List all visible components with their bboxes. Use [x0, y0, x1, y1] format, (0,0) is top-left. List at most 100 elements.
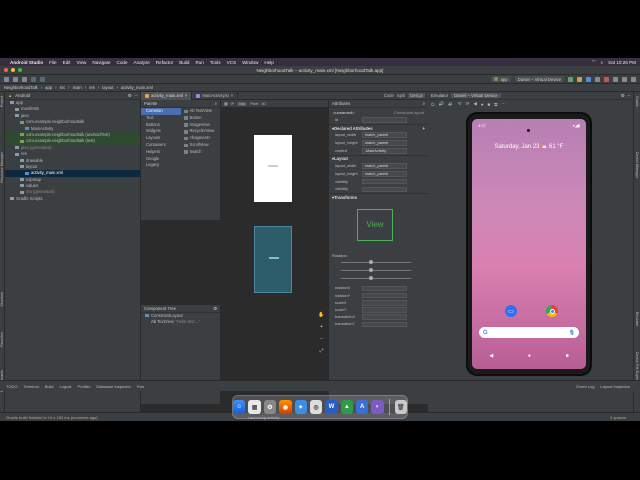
app-store-icon[interactable]: A	[356, 400, 369, 414]
event-log-tab[interactable]: Event Log	[576, 384, 594, 389]
transform-value-field[interactable]	[362, 292, 407, 299]
avd-manager-icon[interactable]	[613, 76, 618, 82]
layout-section[interactable]: ▾ Layout	[329, 154, 428, 163]
menu-file[interactable]: File	[49, 60, 56, 65]
more-icon[interactable]: ⋯	[501, 101, 506, 107]
blueprint-preview[interactable]	[254, 226, 292, 293]
transform-value-field[interactable]	[362, 285, 407, 292]
settings-gear-icon[interactable]: ⚙	[128, 93, 132, 99]
tab-activity-main[interactable]: activity_main.xml ×	[141, 91, 193, 100]
id-field[interactable]	[362, 117, 407, 123]
palette-widget[interactable]: Switch	[181, 149, 220, 156]
palette-category[interactable]: Legacy	[141, 162, 181, 169]
palette-category[interactable]: Helpers	[141, 149, 181, 156]
project-tool-tab[interactable]: Project	[0, 96, 4, 107]
google-search-bar[interactable]: G 🎙	[479, 327, 579, 338]
menu-code[interactable]: Code	[117, 60, 128, 65]
project-view-selector[interactable]: Android	[15, 93, 30, 98]
transform-value-field[interactable]	[362, 300, 407, 306]
breadcrumb-item[interactable]: main	[73, 85, 82, 90]
maximize-window-icon[interactable]	[18, 68, 22, 72]
emulator-device-tab[interactable]: Daniel – Virtual Device	[451, 93, 501, 98]
attribute-value-field[interactable]: match_parent	[362, 132, 407, 138]
design-preview-screen[interactable]	[254, 135, 292, 202]
sync-icon[interactable]	[22, 76, 27, 82]
app-icon[interactable]: ◎	[309, 400, 323, 414]
minimize-window-icon[interactable]	[11, 68, 15, 72]
breadcrumb-item[interactable]: app	[45, 85, 52, 90]
module-selector[interactable]: app	[491, 76, 511, 82]
palette-category[interactable]: Buttons	[141, 122, 181, 129]
close-window-icon[interactable]	[4, 68, 8, 72]
debug-icon[interactable]	[586, 76, 591, 82]
device-manager-tab[interactable]: Device Manager	[635, 152, 639, 178]
settings-gear-icon[interactable]: ⚙	[621, 93, 625, 99]
close-tab-icon[interactable]: ×	[185, 93, 187, 98]
todo-tab[interactable]: TODO	[6, 384, 17, 389]
blueprint-textview[interactable]	[269, 257, 279, 259]
launchpad-icon[interactable]: ▦	[248, 400, 261, 414]
transform-value-field[interactable]	[362, 307, 407, 313]
declared-attributes-section[interactable]: ▾ Declared Attributes +	[329, 123, 428, 132]
date-widget[interactable]: Saturday, Jan 23 ⛅ 61 °F	[472, 144, 586, 150]
chrome-app-icon[interactable]	[546, 305, 558, 317]
palette-widget[interactable]: Ab TextView	[181, 108, 220, 115]
android-studio-icon[interactable]: ▲	[340, 400, 353, 414]
design-canvas[interactable]: ▦ ⟳ 0dp Pixel 30 ✋ + − ⤢	[221, 100, 328, 404]
emulator-tab[interactable]: Emulator	[635, 312, 639, 326]
indent-setting[interactable]: 4 spaces	[610, 415, 626, 420]
tab-main-activity[interactable]: MainActivity.kt ×	[192, 91, 239, 100]
transforms-section[interactable]: ▾ Transforms	[329, 193, 428, 201]
logcat-tab[interactable]: Logcat	[60, 384, 72, 389]
mic-icon[interactable]: 🎙	[569, 330, 575, 336]
pan-icon[interactable]: ✋	[318, 312, 324, 318]
palette-widget[interactable]: Button	[181, 115, 220, 122]
back-icon[interactable]	[31, 76, 36, 82]
menu-window[interactable]: Window	[242, 60, 258, 65]
zoom-mode[interactable]: 0dp	[236, 101, 248, 106]
favorites-tab[interactable]: Favorites	[0, 332, 4, 347]
breadcrumb-item[interactable]: activity_main.xml	[121, 85, 153, 90]
zoom-fit-icon[interactable]: ⤢	[319, 348, 323, 354]
finder-icon[interactable]: ☺	[233, 400, 246, 414]
menu-app-name[interactable]: Android Studio	[10, 60, 43, 65]
back-icon[interactable]: ◀	[473, 101, 476, 107]
nav-home-icon[interactable]: ●	[528, 353, 531, 359]
attribute-value-field[interactable]: match_parent	[362, 140, 407, 146]
emulator-app-icon[interactable]: ◐	[371, 400, 384, 414]
palette-widget[interactable]: ImageView	[181, 122, 220, 129]
save-icon[interactable]	[13, 76, 18, 82]
orientation-icon[interactable]: ⟳	[231, 101, 234, 106]
volume-down-icon[interactable]: 🔉	[448, 101, 454, 107]
volume-up-icon[interactable]: 🔊	[439, 101, 445, 107]
status-message[interactable]: Gradle build finished in 10 s 183 ms (mo…	[6, 415, 98, 420]
menu-navigate[interactable]: Navigate	[92, 60, 110, 65]
slider-thumb[interactable]	[369, 259, 373, 264]
rotation-x-slider[interactable]	[341, 261, 411, 263]
close-tab-icon[interactable]: ×	[231, 93, 233, 98]
phone-screen[interactable]: 4:27 ▾◢▮ Saturday, Jan 23 ⛅ 61 °F ▭ G 🎙 ◀…	[472, 119, 586, 369]
menu-analyze[interactable]: Analyze	[134, 60, 150, 65]
palette-category[interactable]: Common	[141, 108, 181, 115]
palette-category[interactable]: Google	[141, 156, 181, 163]
palette-category[interactable]: Containers	[141, 142, 181, 149]
build-tab[interactable]: Build	[45, 384, 54, 389]
screenshot-icon[interactable]: ⧉	[494, 102, 497, 107]
breadcrumb-item[interactable]: src	[60, 85, 66, 90]
menu-vcs[interactable]: VCS	[227, 60, 236, 65]
layout-inspector-tab[interactable]: Layout Inspector	[600, 384, 630, 389]
search-everywhere-icon[interactable]	[631, 76, 636, 82]
resource-manager-tab[interactable]: Resource Manager	[0, 152, 4, 183]
menu-tools[interactable]: Tools	[210, 60, 221, 65]
palette-category[interactable]: Layouts	[141, 135, 181, 142]
home-icon[interactable]: ●	[481, 102, 484, 107]
rotate-left-icon[interactable]: ⟲	[458, 101, 462, 107]
transform-value-field[interactable]	[362, 321, 407, 328]
run-icon[interactable]	[568, 76, 573, 82]
palette-search-icon[interactable]: ⌕	[215, 101, 217, 106]
overview-icon[interactable]: ■	[488, 102, 491, 107]
attribute-value-field[interactable]: .MainActivity	[362, 147, 407, 154]
firefox-icon[interactable]: ◉	[279, 400, 292, 414]
device-preview-selector[interactable]: Pixel	[250, 102, 258, 106]
menu-run[interactable]: Run	[195, 60, 203, 65]
